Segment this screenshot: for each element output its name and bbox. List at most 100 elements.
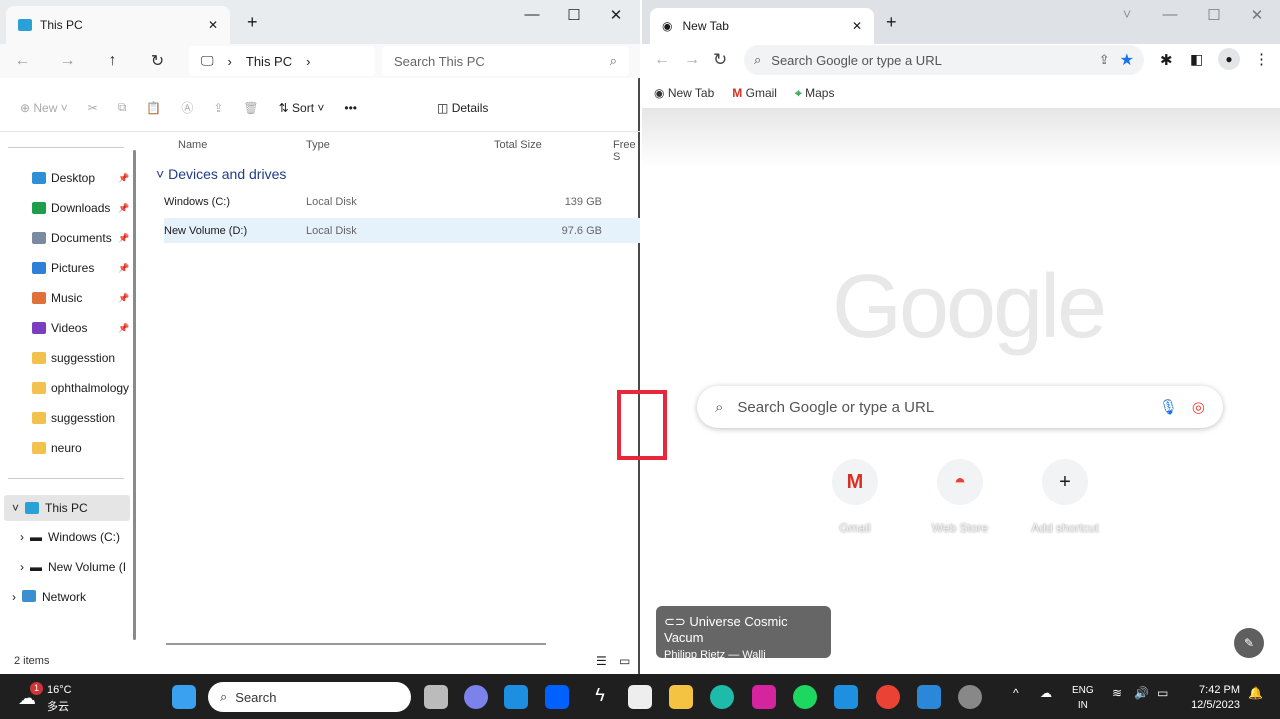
sidebar-item[interactable]: suggesstion — [32, 406, 132, 430]
refresh-icon[interactable]: ↻ — [135, 51, 180, 71]
google-search-box[interactable]: ⌕ Search Google or type a URL 🎙 ◎ — [697, 386, 1223, 428]
maximize-button[interactable]: ☐ — [1199, 6, 1229, 26]
dropbox-icon[interactable] — [545, 685, 569, 709]
share-icon[interactable]: ⇪ — [1099, 52, 1110, 68]
customize-pencil-button[interactable]: ✎ — [1234, 628, 1264, 658]
bookmark-maps[interactable]: ⌖ Maps — [795, 86, 834, 101]
horizontal-scrollbar[interactable] — [166, 643, 546, 645]
sidebar-item[interactable]: Music 📌 — [32, 286, 132, 310]
group-header[interactable]: ˅ Devices and drives — [156, 166, 286, 182]
back-icon[interactable]: ← — [0, 52, 45, 70]
sidebar-item[interactable]: Documents 📌 — [32, 226, 132, 250]
column-total-size[interactable]: Total Size — [494, 139, 542, 151]
new-button[interactable]: ⊕ New ˅ — [20, 101, 68, 115]
side-panel-icon[interactable]: ◧ — [1190, 51, 1203, 68]
teams-icon[interactable] — [464, 685, 488, 709]
paste-icon[interactable]: 📋 — [146, 101, 161, 115]
details-view-icon[interactable]: ☰ — [596, 654, 607, 668]
taskbar-search[interactable]: ⌕ Search — [208, 682, 411, 712]
rename-icon[interactable]: Ⓐ — [181, 99, 193, 116]
extensions-icon[interactable]: ✱ — [1160, 51, 1173, 69]
store-icon[interactable] — [628, 685, 652, 709]
close-button[interactable]: ✕ — [1242, 6, 1272, 26]
tiles-view-icon[interactable]: ▭ — [619, 654, 630, 668]
back-icon[interactable]: ← — [654, 51, 670, 69]
tree-item-windows-c[interactable]: › ▬ Windows (C:) — [20, 530, 120, 544]
photos-icon[interactable] — [917, 685, 941, 709]
delete-icon[interactable]: 🗑 — [243, 101, 258, 115]
column-name[interactable]: Name — [178, 139, 207, 151]
chevron-right-icon[interactable]: › — [306, 54, 310, 69]
share-icon[interactable]: ⇪ — [213, 101, 223, 115]
forward-icon[interactable]: → — [684, 51, 700, 69]
microphone-icon[interactable]: 🎙 — [1159, 398, 1178, 416]
tree-item-this-pc[interactable]: ˅ This PC — [4, 495, 130, 521]
start-icon[interactable] — [172, 685, 196, 709]
add-shortcut-button[interactable]: + Add shortcut — [1010, 459, 1120, 535]
file-explorer-icon[interactable] — [669, 685, 693, 709]
profile-avatar[interactable]: ● — [1218, 48, 1240, 70]
mail-icon[interactable] — [504, 685, 528, 709]
column-type[interactable]: Type — [306, 139, 330, 151]
shortcut-gmail[interactable]: M Gmail — [800, 459, 910, 535]
clock[interactable]: 7:42 PM 12/5/2023 — [1184, 683, 1240, 713]
reload-icon[interactable]: ↻ — [713, 50, 727, 70]
close-tab-icon[interactable]: ✕ — [208, 18, 218, 32]
power-automate-icon[interactable]: ϟ — [588, 685, 612, 709]
maximize-button[interactable]: ☐ — [559, 6, 589, 26]
new-tab-button[interactable]: + — [886, 12, 897, 33]
google-lens-icon[interactable]: ◎ — [1192, 398, 1205, 416]
omnibox[interactable]: ⌕ Search Google or type a URL ⇪ ★ — [744, 45, 1144, 75]
weather-widget[interactable]: ☁ 1 16°C 多云 — [14, 682, 104, 713]
more-options-button[interactable]: ••• — [344, 101, 357, 115]
sidebar-item[interactable]: Desktop 📌 — [32, 166, 132, 190]
sidebar-scrollbar[interactable] — [133, 150, 136, 640]
close-button[interactable]: ✕ — [601, 6, 631, 26]
sidebar-item[interactable]: Downloads 📌 — [32, 196, 132, 220]
notification-bell-icon[interactable]: 🔔 — [1248, 686, 1263, 700]
copy-icon[interactable]: ⧉ — [118, 100, 127, 115]
minimize-button[interactable]: — — [517, 6, 547, 26]
spotify-icon[interactable] — [793, 685, 817, 709]
close-tab-icon[interactable]: ✕ — [852, 19, 862, 33]
up-icon[interactable]: ↑ — [90, 52, 135, 70]
show-hidden-icons[interactable]: ^ — [1013, 686, 1019, 700]
tab-search-icon[interactable]: ˅ — [1112, 6, 1142, 26]
explorer-tab[interactable]: This PC ✕ — [6, 6, 230, 44]
bookmark-gmail[interactable]: M Gmail — [732, 86, 777, 100]
new-tab-button[interactable]: + — [247, 12, 258, 33]
onedrive-icon[interactable]: ☁ — [1040, 686, 1052, 700]
forward-icon[interactable]: → — [45, 52, 90, 70]
drive-row[interactable]: Windows (C:) Local Disk 139 GB — [164, 189, 640, 214]
wifi-icon[interactable]: ≋ — [1112, 686, 1122, 700]
edge-icon[interactable] — [710, 685, 734, 709]
menu-icon[interactable]: ⋮ — [1254, 50, 1269, 68]
credit-author-link[interactable]: Philipp Rietz — Walli — [664, 649, 766, 661]
volume-icon[interactable]: 🔊 — [1134, 686, 1149, 700]
sidebar-item[interactable]: ophthalmology — [32, 376, 132, 400]
bookmark-new-tab[interactable]: ◉ New Tab — [654, 86, 714, 100]
sidebar-item[interactable]: neuro — [32, 436, 132, 460]
shortcut-web-store[interactable]: ◓ Web Store — [905, 459, 1015, 535]
breadcrumb[interactable]: This PC — [246, 54, 292, 69]
chrome-tab[interactable]: ◉ New Tab ✕ — [650, 8, 874, 44]
search-input[interactable]: Search This PC ⌕ — [382, 46, 629, 76]
column-free-space[interactable]: Free S — [613, 139, 640, 163]
details-button[interactable]: ◫ Details — [437, 101, 488, 115]
sidebar-item[interactable]: Videos 📌 — [32, 316, 132, 340]
tree-item-network[interactable]: › Network — [12, 590, 86, 604]
chrome-icon[interactable] — [876, 685, 900, 709]
drive-row[interactable]: New Volume (D:) Local Disk 97.6 GB — [164, 218, 640, 243]
task-view-icon[interactable] — [424, 685, 448, 709]
sidebar-item[interactable]: Pictures 📌 — [32, 256, 132, 280]
address-bar[interactable]: 🖵 › This PC › — [189, 46, 375, 76]
defender-icon[interactable] — [834, 685, 858, 709]
battery-icon[interactable]: ▭ — [1157, 686, 1168, 700]
language-indicator[interactable]: ENG IN — [1072, 683, 1094, 713]
sort-button[interactable]: ⇅ Sort ˅ — [279, 101, 325, 115]
instagram-icon[interactable] — [752, 685, 776, 709]
tree-item-new-volume[interactable]: › ▬ New Volume (I — [20, 560, 126, 574]
bookmark-star-icon[interactable]: ★ — [1120, 50, 1134, 70]
minimize-button[interactable]: — — [1155, 6, 1185, 26]
sidebar-item[interactable]: suggesstion — [32, 346, 132, 370]
